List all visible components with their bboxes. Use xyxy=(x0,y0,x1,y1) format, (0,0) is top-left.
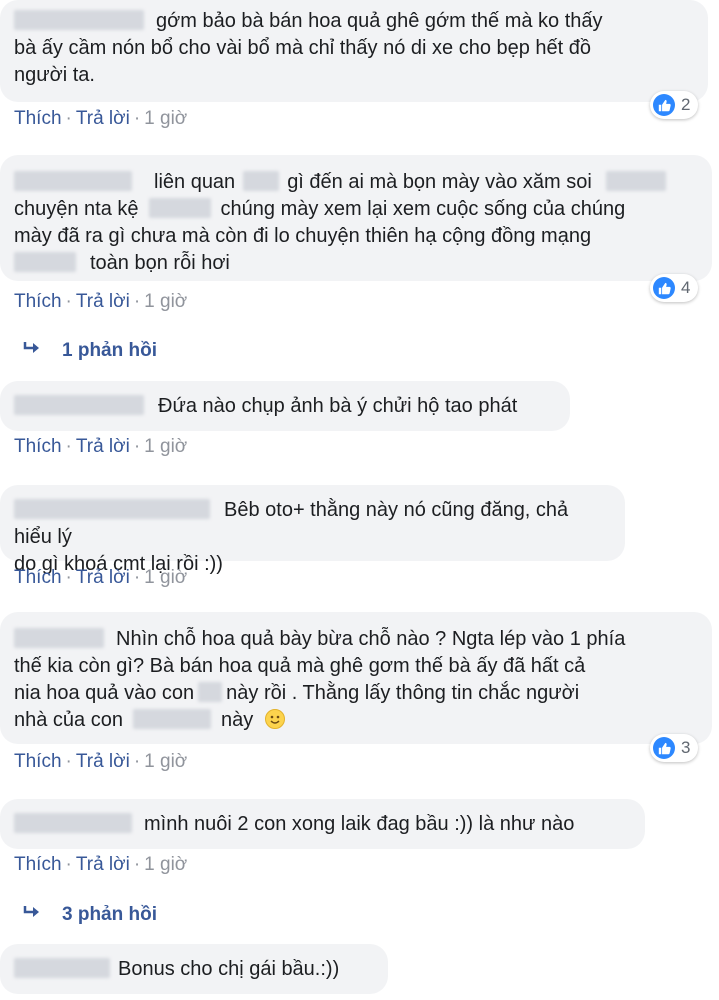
comment-bubble: Đứa nào chụp ảnh bà ý chửi hộ tao phát xyxy=(0,381,570,431)
comment-text: gớm bảo bà bán hoa quả ghê gớm thế mà ko… xyxy=(156,10,603,32)
reaction-number: 2 xyxy=(681,95,691,114)
comment-actions: Thích · Trả lời · 1 giờ xyxy=(14,108,187,130)
comment-text: nia hoa quả vào con xyxy=(14,682,195,704)
reaction-number: 3 xyxy=(681,738,691,757)
comment-actions: Thích · Trả lời · 1 giờ xyxy=(14,436,187,458)
comment-text: thế kia còn gì? Bà bán hoa quả mà ghê gơ… xyxy=(14,655,586,677)
reply-link[interactable]: Trả lời xyxy=(76,751,130,772)
comment-bubble: liên quan gì đến ai mà bọn mày vào xăm so… xyxy=(0,155,712,281)
reply-arrow-icon xyxy=(22,340,44,362)
comment-text: gì đến ai mà bọn mày vào xăm soi xyxy=(287,171,592,193)
comment-actions: Thích · Trả lời · 1 giờ xyxy=(14,291,187,313)
redacted-name xyxy=(14,498,210,519)
redacted-word xyxy=(605,170,666,191)
timestamp[interactable]: 1 giờ xyxy=(144,854,187,875)
comment-text: Đứa nào chụp ảnh bà ý chửi hộ tao phát xyxy=(158,395,518,417)
view-replies-link[interactable]: 3 phản hồi xyxy=(22,904,157,926)
comment-text: này xyxy=(220,709,254,731)
redacted-word xyxy=(148,197,211,218)
like-link[interactable]: Thích xyxy=(14,567,62,588)
reaction-number: 4 xyxy=(681,278,691,297)
timestamp[interactable]: 1 giờ xyxy=(144,108,187,129)
comment-bubble: Bonus cho chị gái bầu.:)) xyxy=(0,944,388,994)
reaction-count[interactable]: 4 xyxy=(650,274,699,302)
timestamp[interactable]: 1 giờ xyxy=(144,291,187,312)
separator: · xyxy=(65,854,72,875)
comment-bubble: Nhìn chỗ hoa quả bày bừa chỗ nào ? Ngta … xyxy=(0,612,712,744)
comment-bubble: Bêb oto+ thằng này nó cũng đăng, chả hiể… xyxy=(0,485,625,575)
timestamp[interactable]: 1 giờ xyxy=(144,567,187,588)
comment-actions: Thích · Trả lời · 1 giờ xyxy=(14,751,187,773)
redacted-name xyxy=(14,627,104,648)
separator: · xyxy=(133,854,141,875)
smiling-emoji-icon xyxy=(264,708,285,729)
separator: · xyxy=(133,108,141,129)
comment-bubble: mình nuôi 2 con xong laik đag bầu :)) là… xyxy=(0,799,645,849)
separator: · xyxy=(133,567,141,588)
separator: · xyxy=(133,436,141,457)
comment-text: chúng mày xem lại xem cuộc sống của chún… xyxy=(220,198,626,220)
comment-actions: Thích · Trả lời · 1 giờ xyxy=(14,567,187,589)
separator: · xyxy=(65,436,72,457)
comment-text: Nhìn chỗ hoa quả bày bừa chỗ nào ? Ngta … xyxy=(116,628,626,650)
separator: · xyxy=(65,108,72,129)
comment-text: toàn bọn rỗi hơi xyxy=(90,252,230,274)
redacted-name xyxy=(14,170,132,191)
redacted-name xyxy=(14,957,110,978)
separator: · xyxy=(133,751,141,772)
reply-count: 3 phản hồi xyxy=(62,904,157,925)
separator: · xyxy=(133,291,141,312)
like-link[interactable]: Thích xyxy=(14,108,62,129)
reply-arrow-icon xyxy=(22,904,44,926)
reply-link[interactable]: Trả lời xyxy=(76,567,130,588)
comment-text: người ta. xyxy=(14,64,95,86)
like-link[interactable]: Thích xyxy=(14,854,62,875)
comment-text: mình nuôi 2 con xong laik đag bầu :)) là… xyxy=(144,813,575,835)
redacted-name xyxy=(14,394,144,415)
timestamp[interactable]: 1 giờ xyxy=(144,751,187,772)
timestamp[interactable]: 1 giờ xyxy=(144,436,187,457)
redacted-word xyxy=(14,251,76,272)
redacted-word xyxy=(243,170,280,191)
redacted-word xyxy=(198,681,223,702)
thumbs-up-icon xyxy=(653,94,675,116)
like-link[interactable]: Thích xyxy=(14,436,62,457)
separator: · xyxy=(65,751,72,772)
reply-link[interactable]: Trả lời xyxy=(76,108,130,129)
redacted-name xyxy=(14,812,132,833)
view-replies-link[interactable]: 1 phản hồi xyxy=(22,340,157,362)
redacted-name xyxy=(14,9,144,30)
thumbs-up-icon xyxy=(653,277,675,299)
reaction-count[interactable]: 2 xyxy=(650,91,699,119)
comment-text: nhà của con xyxy=(14,709,123,731)
comment-text: mày đã ra gì chưa mà còn đi lo chuyện th… xyxy=(14,225,592,247)
comment-text: chuyện nta kệ xyxy=(14,198,139,220)
like-link[interactable]: Thích xyxy=(14,291,62,312)
redacted-word xyxy=(132,708,211,729)
reply-count: 1 phản hồi xyxy=(62,340,157,361)
comment-text: bà ấy cầm nón bổ cho vài bổ mà chỉ thấy … xyxy=(14,37,592,59)
comment-text: Bonus cho chị gái bầu.:)) xyxy=(118,958,340,980)
comment-actions: Thích · Trả lời · 1 giờ xyxy=(14,854,187,876)
thumbs-up-icon xyxy=(653,737,675,759)
reply-link[interactable]: Trả lời xyxy=(76,854,130,875)
separator: · xyxy=(65,567,72,588)
reply-link[interactable]: Trả lời xyxy=(76,291,130,312)
like-link[interactable]: Thích xyxy=(14,751,62,772)
separator: · xyxy=(65,291,72,312)
comment-bubble: gớm bảo bà bán hoa quả ghê gớm thế mà ko… xyxy=(0,0,708,102)
reaction-count[interactable]: 3 xyxy=(650,734,699,762)
comment-text: liên quan xyxy=(154,171,236,193)
reply-link[interactable]: Trả lời xyxy=(76,436,130,457)
comment-text: này rồi . Thằng lấy thông tin chắc người xyxy=(226,682,580,704)
